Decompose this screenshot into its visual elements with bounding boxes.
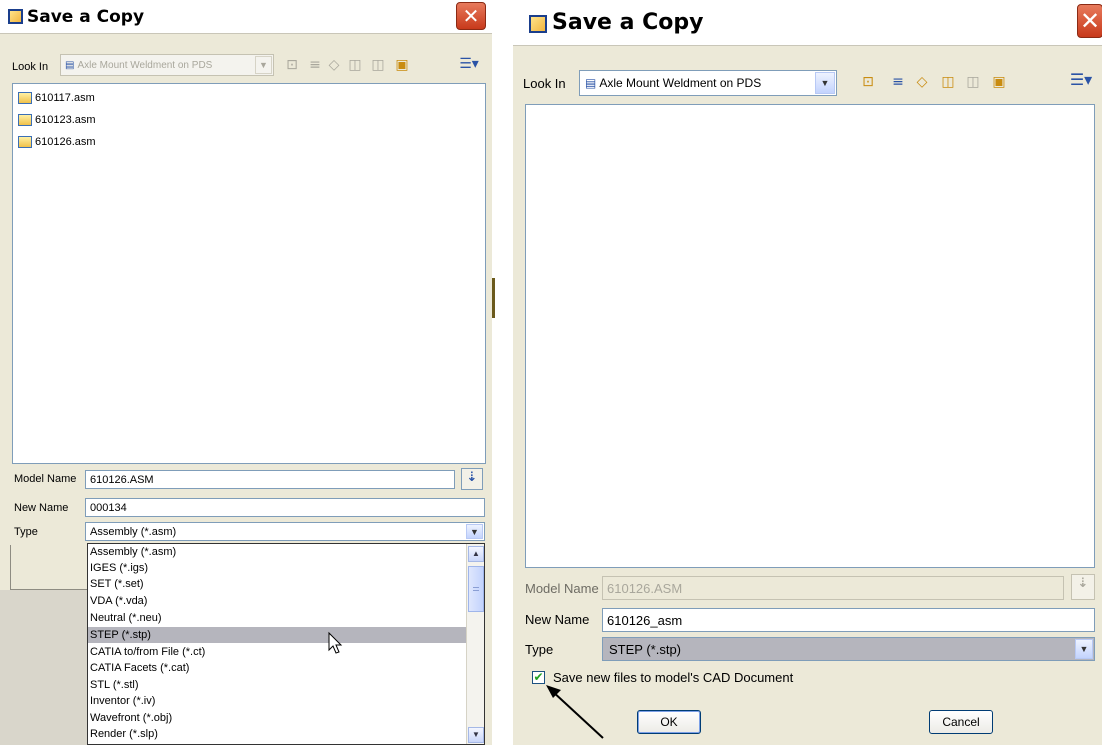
background-dialog-strip [0, 590, 87, 745]
separator-mark [492, 278, 495, 318]
left-look-in-value: Axle Mount Weldment on PDS [77, 59, 213, 71]
chevron-down-icon[interactable]: ▼ [815, 72, 835, 94]
tree-view-icon[interactable]: ≡ [306, 57, 324, 73]
cancel-button[interactable]: Cancel [929, 710, 993, 734]
view-list-icon[interactable]: ☰▾ [454, 56, 484, 72]
scroll-up-icon[interactable]: ▲ [468, 546, 484, 562]
file-name: 610123.asm [35, 114, 96, 126]
dialog-icon [8, 9, 23, 24]
left-save-copy-dialog: Save a Copy ✕ Look In ▤ Axle Mount Weldm… [0, 0, 492, 745]
type-option[interactable]: Render (*.slp) [88, 726, 466, 742]
annotation-arrow-icon [546, 685, 604, 739]
left-model-name-field[interactable]: 610126.ASM [85, 470, 455, 489]
view-list-icon[interactable]: ☰▾ [1065, 72, 1097, 88]
chevron-down-icon[interactable]: ▼ [466, 524, 483, 539]
left-new-name-label: New Name [14, 502, 69, 514]
left-type-label: Type [14, 526, 38, 538]
left-file-list[interactable]: 610117.asm 610123.asm 610126.asm [12, 83, 486, 464]
right-dialog-title: Save a Copy [552, 10, 704, 35]
right-type-combo[interactable]: STEP (*.stp) ▼ [602, 637, 1095, 661]
right-titlebar[interactable]: Save a Copy ✕ [513, 0, 1102, 46]
left-look-in-combo[interactable]: ▤ Axle Mount Weldment on PDS ▼ [60, 54, 274, 76]
file-item[interactable]: 610126.asm [18, 133, 96, 151]
up-folder-icon[interactable]: ⊡ [283, 57, 301, 73]
model-select-icon[interactable]: ⇣ [461, 468, 483, 490]
working-dir-icon[interactable]: ◇ [913, 74, 931, 90]
right-type-label: Type [525, 642, 554, 657]
right-look-in-value: Axle Mount Weldment on PDS [599, 76, 762, 90]
new-folder-icon[interactable]: ◫ [939, 74, 957, 90]
background-dialog-edge [10, 545, 87, 590]
up-folder-icon[interactable]: ⊡ [859, 74, 877, 90]
type-option[interactable]: IGES (*.igs) [88, 560, 466, 576]
file-name: 610126.asm [35, 136, 96, 148]
type-option[interactable]: SET (*.set) [88, 576, 466, 592]
left-look-in-label: Look In [12, 61, 49, 73]
left-model-name-label: Model Name [14, 473, 77, 485]
right-file-list[interactable] [525, 104, 1095, 568]
favorites-folder-icon[interactable]: ▣ [990, 74, 1008, 90]
right-close-button[interactable]: ✕ [1077, 4, 1102, 38]
type-option[interactable]: Assembly (*.asm) [88, 544, 466, 560]
chevron-down-icon[interactable]: ▼ [1075, 639, 1093, 659]
type-option[interactable]: Wavefront (*.obj) [88, 710, 466, 726]
assembly-file-icon [18, 114, 32, 126]
assembly-file-icon [18, 136, 32, 148]
dialog-icon [529, 15, 547, 33]
new-folder-alt-icon[interactable]: ◫ [369, 57, 387, 73]
type-option[interactable]: CATIA to/from File (*.ct) [88, 644, 466, 660]
tree-view-icon[interactable]: ≡ [889, 74, 907, 90]
right-save-copy-dialog: Save a Copy ✕ Look In ▤ Axle Mount Weldm… [513, 0, 1102, 745]
type-option[interactable]: Inventor (*.iv) [88, 693, 466, 709]
left-close-button[interactable]: ✕ [456, 2, 486, 30]
chevron-down-icon[interactable]: ▼ [255, 56, 272, 74]
file-name: 610117.asm [35, 92, 95, 104]
left-new-name-field[interactable]: 000134 [85, 498, 485, 517]
right-model-name-field: 610126.ASM [602, 576, 1064, 600]
working-dir-icon[interactable]: ◇ [325, 57, 343, 73]
scroll-down-icon[interactable]: ▼ [468, 727, 484, 743]
left-type-combo[interactable]: Assembly (*.asm) ▼ [85, 522, 485, 541]
left-dialog-title: Save a Copy [27, 7, 145, 27]
assembly-file-icon [18, 92, 32, 104]
left-type-value: Assembly (*.asm) [90, 525, 177, 538]
type-dropdown-list[interactable]: Assembly (*.asm) IGES (*.igs) SET (*.set… [87, 543, 485, 745]
ok-button[interactable]: OK [637, 710, 701, 734]
new-folder-icon[interactable]: ◫ [346, 57, 364, 73]
favorites-folder-icon[interactable]: ▣ [393, 57, 411, 73]
right-model-name-label: Model Name [525, 581, 599, 596]
dropdown-scrollbar[interactable]: ▲ ▼ [466, 544, 484, 744]
type-option[interactable]: Neutral (*.neu) [88, 610, 466, 626]
right-look-in-label: Look In [523, 76, 566, 91]
folder-tree-icon: ▤ [585, 76, 597, 90]
type-option[interactable]: VDA (*.vda) [88, 593, 466, 609]
type-option[interactable]: STL (*.stl) [88, 677, 466, 693]
new-folder-alt-icon[interactable]: ◫ [964, 74, 982, 90]
left-titlebar[interactable]: Save a Copy ✕ [0, 0, 492, 34]
right-new-name-field[interactable]: 610126_asm [602, 608, 1095, 632]
mouse-pointer-icon [328, 631, 343, 654]
right-look-in-combo[interactable]: ▤ Axle Mount Weldment on PDS ▼ [579, 70, 837, 96]
right-type-value: STEP (*.stp) [609, 641, 682, 657]
scroll-thumb[interactable] [468, 566, 484, 612]
right-new-name-label: New Name [525, 612, 590, 627]
model-select-icon: ⇣ [1071, 574, 1095, 600]
separator [492, 0, 513, 745]
type-option-highlighted[interactable]: STEP (*.stp) [88, 627, 466, 643]
file-item[interactable]: 610117.asm [18, 89, 95, 107]
folder-tree-icon: ▤ [65, 59, 75, 71]
file-item[interactable]: 610123.asm [18, 111, 96, 129]
type-option[interactable]: CATIA Facets (*.cat) [88, 660, 466, 676]
